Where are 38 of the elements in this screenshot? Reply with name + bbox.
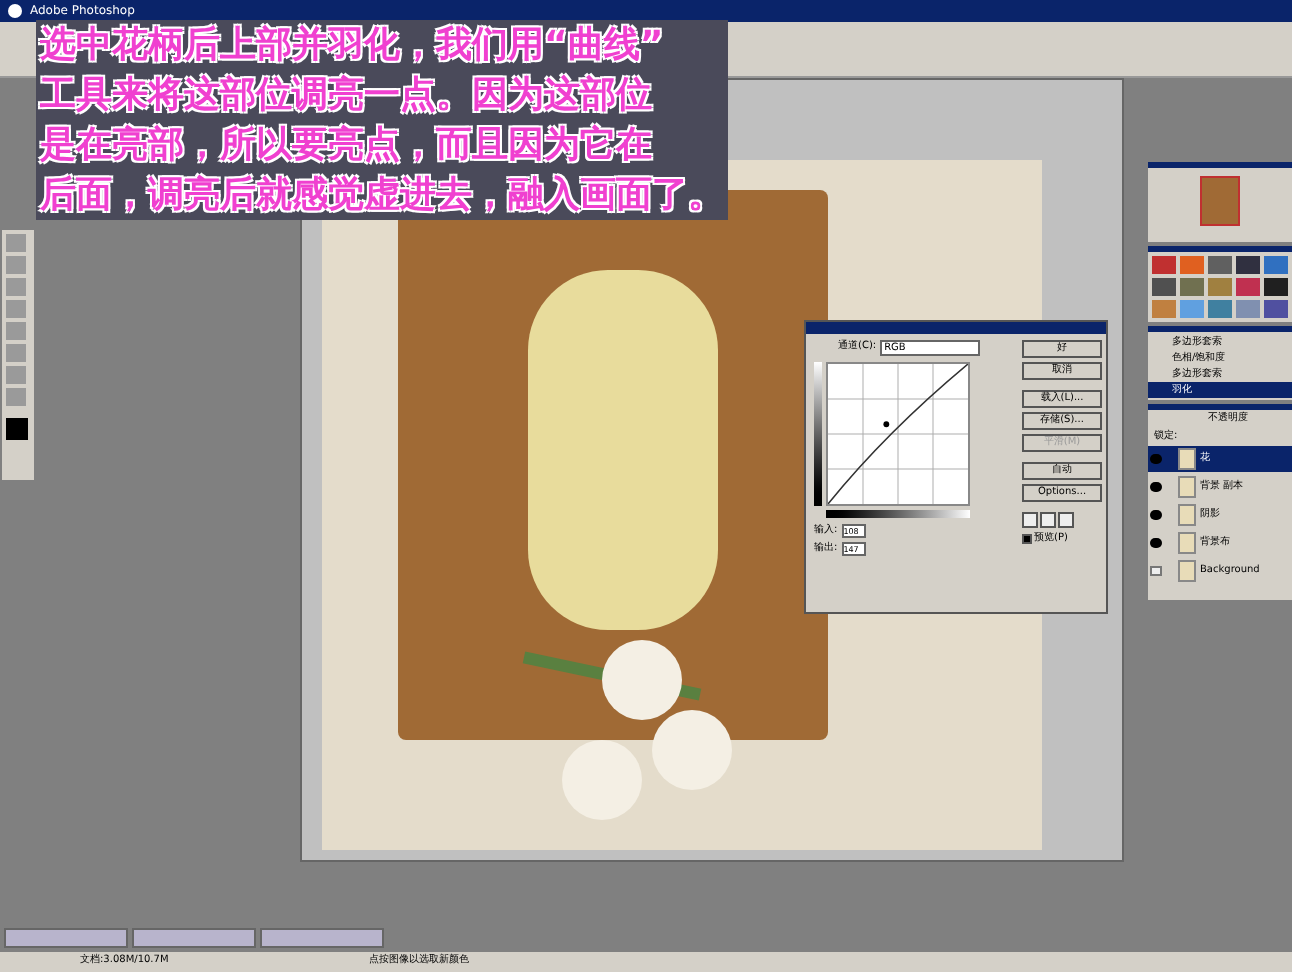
eye-icon[interactable] (1150, 510, 1162, 520)
style-icon[interactable] (1208, 256, 1232, 274)
style-icon[interactable] (1236, 300, 1260, 318)
eye-icon[interactable] (1150, 482, 1162, 492)
style-icon[interactable] (1208, 300, 1232, 318)
curve-graph[interactable] (826, 362, 970, 506)
style-icon[interactable] (1208, 278, 1232, 296)
app-icon (8, 4, 22, 18)
layer-thumbnail (1178, 532, 1196, 554)
minimized-window[interactable] (4, 928, 128, 948)
preview-checkbox[interactable] (1022, 534, 1032, 545)
minimized-window[interactable] (132, 928, 256, 948)
caption-line: 工具来将这部位调亮一点。因为这部位 (40, 72, 652, 120)
caption-line: 后面，调亮后就感觉虚进去，融入画面了。 (40, 172, 724, 220)
style-icon[interactable] (1152, 278, 1176, 296)
style-icon[interactable] (1180, 300, 1204, 318)
caption-line: 是在亮部，所以要亮点，而且因为它在 (40, 122, 652, 170)
layer-thumbnail (1178, 560, 1196, 582)
empty-visibility-box[interactable] (1150, 566, 1162, 576)
style-icon[interactable] (1264, 256, 1288, 274)
style-icon[interactable] (1264, 300, 1288, 318)
style-icon[interactable] (1236, 278, 1260, 296)
eye-icon[interactable] (1150, 538, 1162, 548)
style-icon[interactable] (1152, 300, 1176, 318)
minimized-window[interactable] (260, 928, 384, 948)
caption-line: 选中花柄后上部并羽化，我们用“曲线” (40, 22, 664, 70)
style-icon[interactable] (1180, 278, 1204, 296)
layer-thumbnail (1178, 448, 1196, 470)
style-icon[interactable] (1236, 256, 1260, 274)
foreground-color-swatch[interactable] (6, 418, 28, 440)
gradient-bar (826, 510, 970, 518)
gradient-bar (814, 362, 822, 506)
navigator-thumbnail (1200, 176, 1240, 226)
style-icon[interactable] (1152, 256, 1176, 274)
layer-thumbnail (1178, 476, 1196, 498)
style-icon[interactable] (1264, 278, 1288, 296)
layer-thumbnail (1178, 504, 1196, 526)
style-icon[interactable] (1180, 256, 1204, 274)
